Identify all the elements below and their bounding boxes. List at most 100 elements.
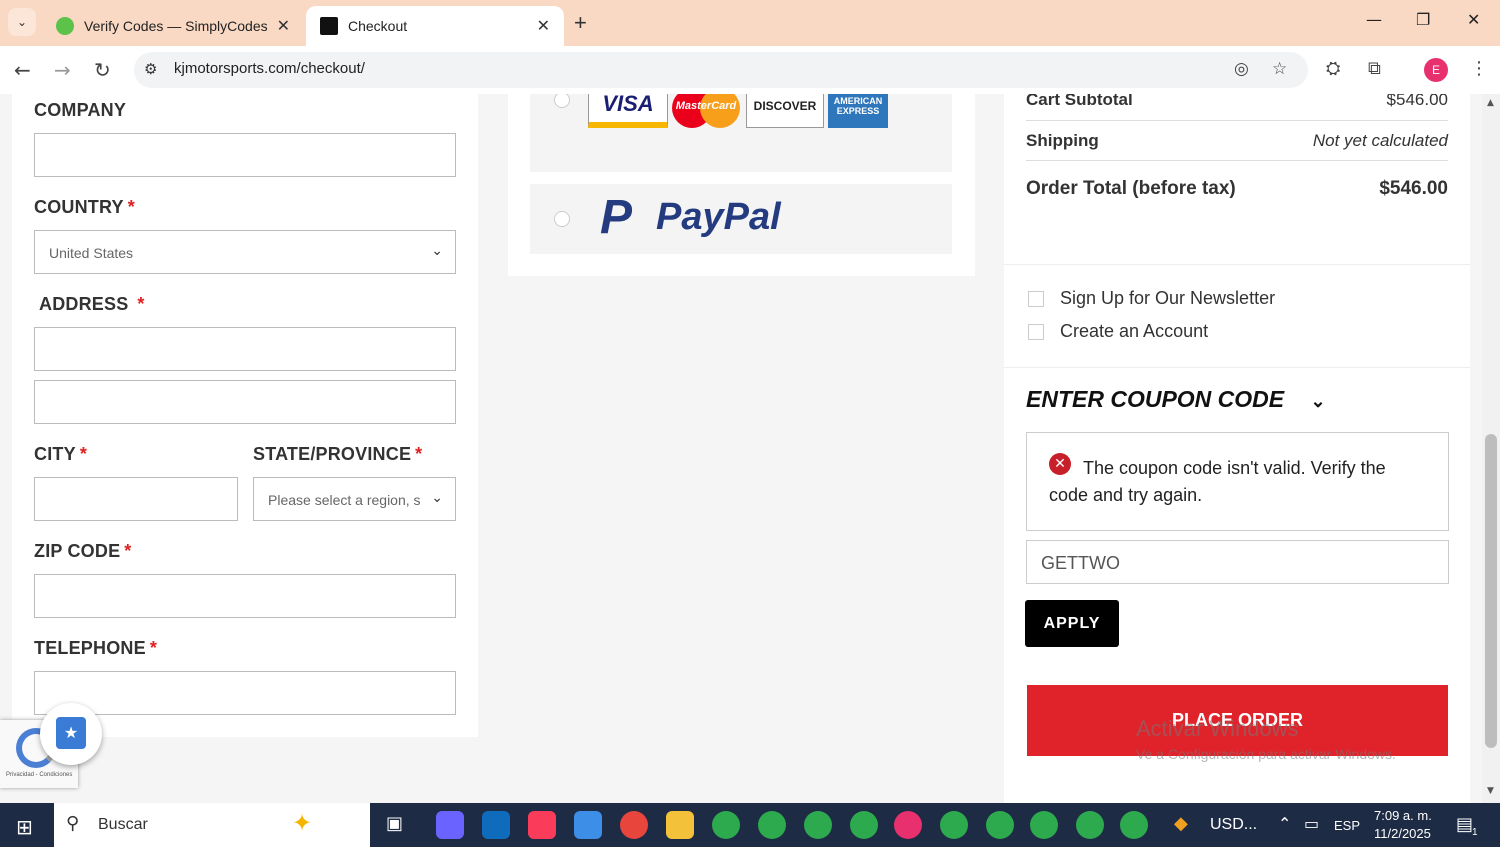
zip-input[interactable]	[34, 574, 456, 618]
kjmotorsports-favicon-icon	[320, 17, 338, 35]
paypal-radio[interactable]	[554, 211, 570, 227]
chrome-profile-icon[interactable]	[758, 811, 786, 839]
rewards-extension-button[interactable]: ★	[40, 703, 102, 765]
state-label: STATE/PROVINCE *	[253, 444, 423, 464]
zip-label: ZIP CODE *	[34, 541, 132, 561]
country-select[interactable]: United States ⌄	[34, 230, 456, 274]
restore-button[interactable]: ❐	[1416, 10, 1430, 29]
section-divider	[1004, 367, 1470, 368]
search-icon: ⚲	[66, 813, 80, 834]
taskbar-search[interactable]: ⚲ Buscar ✦	[54, 803, 370, 847]
chrome-profile-icon[interactable]	[712, 811, 740, 839]
coupon-toggle[interactable]: ENTER COUPON CODE ⌄	[1026, 386, 1326, 413]
bookmark-star-icon[interactable]: ☆	[1272, 59, 1287, 79]
country-value: United States	[49, 245, 134, 261]
url-text[interactable]: kjmotorsports.com/checkout/	[174, 60, 365, 77]
chrome-profile-icon[interactable]	[940, 811, 968, 839]
music-app-icon[interactable]	[528, 811, 556, 839]
chrome-profile-icon[interactable]	[1076, 811, 1104, 839]
recaptcha-terms[interactable]: Privacidad - Condiciones	[6, 772, 72, 778]
mastercard-logo: MasterCard	[670, 94, 742, 128]
profile-avatar[interactable]: E	[1424, 58, 1448, 82]
address-bar[interactable]: ⚙ kjmotorsports.com/checkout/ ◎ ☆	[134, 52, 1308, 88]
scroll-down-icon[interactable]: ▼	[1487, 786, 1494, 796]
chrome-profile-icon[interactable]	[804, 811, 832, 839]
windows-start-icon[interactable]: ⊞	[16, 815, 33, 839]
outlook-app-icon[interactable]	[482, 811, 510, 839]
company-input[interactable]	[34, 133, 456, 177]
address-label: ADDRESS *	[39, 294, 145, 314]
copilot-app-icon[interactable]	[436, 811, 464, 839]
menu-kebab-icon[interactable]: ⋮	[1470, 58, 1488, 79]
create-account-checkbox[interactable]	[1028, 324, 1044, 340]
clock[interactable]: 7:09 a. m. 11/2/2025	[1374, 807, 1444, 843]
state-select[interactable]: Please select a region, s ⌄	[253, 477, 456, 521]
section-divider	[1004, 264, 1470, 265]
store-app-icon[interactable]	[574, 811, 602, 839]
create-account-label[interactable]: Create an Account	[1060, 321, 1208, 342]
extensions-puzzle-icon[interactable]: ⧉	[1368, 58, 1381, 79]
company-label: COMPANY	[34, 100, 127, 120]
chrome-active-profile-icon[interactable]	[894, 811, 922, 839]
city-input[interactable]	[34, 477, 238, 521]
shopping-bag-star-icon: ★	[56, 717, 86, 749]
chevron-down-icon: ⌄	[431, 490, 443, 506]
coupon-input[interactable]: GETTWO	[1026, 540, 1449, 584]
telephone-label: TELEPHONE *	[34, 638, 158, 658]
close-tab-icon[interactable]: ✕	[537, 16, 550, 36]
divider	[1026, 160, 1448, 161]
address-line1-input[interactable]	[34, 327, 456, 371]
scrollbar-thumb[interactable]	[1485, 434, 1497, 748]
credit-card-radio[interactable]	[554, 94, 570, 108]
divider	[1026, 120, 1448, 121]
city-label: CITY *	[34, 444, 88, 464]
simplycodes-favicon-icon	[56, 17, 74, 35]
shipping-form: COMPANY COUNTRY * United States ⌄ ADDRESS…	[12, 94, 478, 737]
network-icon[interactable]: ▭	[1304, 814, 1319, 833]
amex-logo: AMERICAN EXPRESS	[828, 94, 888, 128]
coupon-input-value: GETTWO	[1041, 553, 1120, 573]
language-indicator[interactable]: ESP	[1334, 818, 1360, 833]
page-scrollbar[interactable]: ▲ ▼	[1482, 94, 1500, 803]
file-explorer-icon[interactable]	[666, 811, 694, 839]
chrome-profile-icon[interactable]	[986, 811, 1014, 839]
minimize-button[interactable]: —	[1366, 10, 1382, 29]
extension-icon[interactable]: ⛭	[1326, 58, 1340, 79]
scroll-up-icon[interactable]: ▲	[1487, 98, 1494, 108]
chrome-profile-icon[interactable]	[1030, 811, 1058, 839]
tab-checkout[interactable]: Checkout ✕	[306, 6, 564, 46]
chrome-profile-icon[interactable]	[1120, 811, 1148, 839]
tracking-protection-icon[interactable]: ◎	[1234, 59, 1249, 79]
notification-count: 1	[1472, 827, 1478, 838]
tab-simplycodes[interactable]: Verify Codes — SimplyCodes ✕	[42, 6, 304, 46]
paypal-option[interactable]: P PayPal	[530, 184, 952, 254]
browser-toolbar: ← → ↻ ⚙ kjmotorsports.com/checkout/ ◎ ☆ …	[0, 46, 1500, 94]
page-viewport: COMPANY COUNTRY * United States ⌄ ADDRESS…	[0, 94, 1500, 803]
newsletter-checkbox[interactable]	[1028, 291, 1044, 307]
apply-button[interactable]: APPLY	[1025, 600, 1119, 647]
close-window-button[interactable]: ✕	[1467, 10, 1480, 29]
windows-taskbar: ⊞ ⚲ Buscar ✦ ▣ ◆ USD... ⌃ ▭ ESP 7:09 a. …	[0, 803, 1500, 847]
chrome-app-icon[interactable]	[620, 811, 648, 839]
currency-widget-label[interactable]: USD...	[1210, 816, 1257, 834]
paypal-p-icon: P	[600, 191, 633, 244]
forward-arrow-icon[interactable]: →	[54, 58, 71, 82]
address-line2-input[interactable]	[34, 380, 456, 424]
reload-icon[interactable]: ↻	[94, 58, 111, 82]
back-arrow-icon[interactable]: ←	[14, 58, 31, 82]
currency-widget-icon[interactable]: ◆	[1174, 813, 1188, 834]
new-tab-button[interactable]: +	[574, 10, 587, 36]
telephone-input[interactable]	[34, 671, 456, 715]
chrome-profile-icon[interactable]	[850, 811, 878, 839]
notification-icon[interactable]: ▤	[1456, 814, 1473, 835]
newsletter-label[interactable]: Sign Up for Our Newsletter	[1060, 288, 1275, 309]
tray-chevron-up-icon[interactable]: ⌃	[1278, 814, 1291, 833]
credit-card-option[interactable]: VISA MasterCard DISCOVER AMERICAN EXPRES…	[530, 94, 952, 172]
discover-logo: DISCOVER	[746, 94, 824, 128]
windows-activation-watermark: Activar Windows Ve a Configuración para …	[1136, 716, 1396, 762]
task-view-icon[interactable]: ▣	[386, 813, 403, 834]
site-info-icon[interactable]: ⚙	[144, 60, 157, 78]
state-placeholder: Please select a region, s	[268, 492, 421, 508]
tab-search-button[interactable]: ⌄	[8, 8, 36, 36]
close-tab-icon[interactable]: ✕	[277, 16, 290, 36]
